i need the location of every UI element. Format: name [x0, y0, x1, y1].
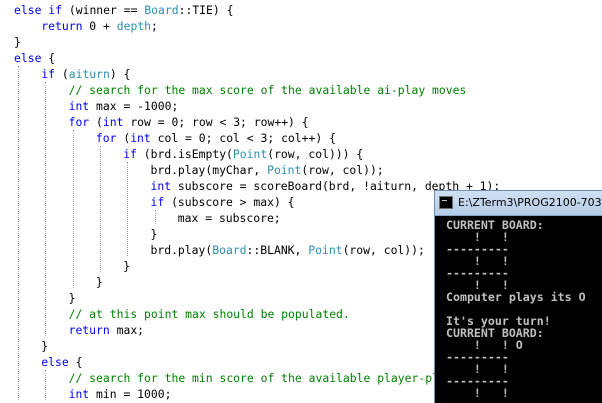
code-token: Point [308, 243, 343, 257]
code-line[interactable]: if (aiturn) { [41, 66, 130, 82]
console-output: CURRENT BOARD: ! ! --------- ! ! ---------… [446, 219, 602, 399]
code-token: (row, col)); [301, 163, 384, 177]
code-token: aiturn [68, 67, 110, 81]
console-window[interactable]: E:\ZTerm3\PROG2100-703 CURRENT BOARD: ! … [434, 190, 602, 403]
code-line[interactable]: // search for the min score of the avail… [69, 370, 494, 386]
code-token: ( [116, 131, 131, 145]
code-token: ::BLANK, [246, 243, 309, 257]
code-line[interactable]: brd.play(myChar, Point(row, col)); [151, 162, 384, 178]
code-token: (brd.isEmpty( [136, 147, 233, 161]
code-token: if [150, 195, 165, 209]
indent-guide [99, 146, 101, 272]
code-token: ( [89, 115, 103, 129]
code-token: (row, col))) { [267, 147, 364, 161]
code-token: int [150, 179, 172, 193]
code-token: else [14, 51, 42, 65]
code-token: else [41, 355, 69, 369]
code-token: else [14, 3, 42, 17]
code-token: } [150, 227, 158, 241]
code-token: ::TIE) { [178, 3, 234, 17]
code-line[interactable]: for (int col = 0; col < 3; col++) { [96, 130, 336, 146]
code-token: int [68, 99, 90, 113]
code-token: brd.play(myChar, [150, 163, 268, 177]
code-line[interactable]: else { [14, 50, 55, 66]
code-line[interactable]: } [151, 226, 158, 242]
code-token: int [68, 387, 90, 401]
console-title: E:\ZTerm3\PROG2100-703 [458, 196, 602, 209]
code-line[interactable]: // at this point max should be populated… [69, 306, 350, 322]
code-line[interactable]: return max; [69, 322, 144, 338]
code-token: { [41, 51, 56, 65]
code-line[interactable]: // search for the max score of the avail… [69, 82, 467, 98]
code-token: brd.play( [150, 243, 213, 257]
code-line[interactable]: } [14, 34, 21, 50]
indent-guide [72, 130, 74, 288]
code-token: for [95, 131, 117, 145]
code-token: } [41, 339, 49, 353]
code-token: // search for the min score of the avail… [68, 371, 494, 385]
code-token: (row, col)); [342, 243, 425, 257]
code-line[interactable]: for (int row = 0; row < 3; row++) { [69, 114, 309, 130]
code-line[interactable]: } [123, 258, 130, 274]
code-line[interactable]: int max = -1000; [69, 98, 179, 114]
code-token: // at this point max should be populated… [68, 307, 350, 321]
console-line: Computer plays its O [446, 290, 586, 304]
indent-guide [18, 66, 19, 400]
code-token: Board [144, 3, 179, 17]
code-token: ( [55, 67, 69, 81]
code-line[interactable]: } [96, 274, 103, 290]
code-line[interactable]: } [41, 338, 48, 354]
console-titlebar[interactable]: E:\ZTerm3\PROG2100-703 [435, 191, 602, 216]
code-token: if [41, 67, 56, 81]
code-token: min = 1000; [89, 387, 172, 401]
code-line[interactable]: if (subscore > max) { [151, 194, 295, 210]
code-token: int [102, 115, 124, 129]
code-token: } [14, 35, 21, 49]
code-line[interactable]: else { [41, 354, 82, 370]
code-token: Board [212, 243, 247, 257]
code-token: depth [116, 19, 152, 33]
code-token: } [95, 275, 103, 289]
code-token: Point [267, 163, 302, 177]
console-line: ! ! [446, 386, 509, 400]
indent-guide [154, 210, 156, 224]
code-token: } [68, 291, 76, 305]
code-line[interactable]: max = subscore; [178, 210, 281, 226]
code-token: ; [151, 19, 158, 33]
code-token: max; [109, 323, 145, 337]
code-token: (subscore > max) { [164, 195, 295, 209]
code-token: // search for the max score of the avail… [68, 83, 467, 97]
code-token: int [130, 131, 151, 145]
indent-guide [45, 370, 47, 400]
code-token: return [41, 19, 83, 33]
indent-guide [127, 162, 129, 256]
console-app-icon [439, 196, 453, 209]
code-token: 0 + [82, 19, 117, 33]
code-line[interactable]: else if (winner == Board::TIE) { [14, 2, 233, 18]
code-token: for [68, 115, 90, 129]
code-token: max = subscore; [177, 211, 281, 225]
code-line[interactable]: int min = 1000; [69, 386, 172, 402]
code-line[interactable]: } [69, 290, 76, 306]
code-line[interactable]: if (brd.isEmpty(Point(row, col))) { [123, 146, 363, 162]
code-token: col = 0; col < 3; col++) { [150, 131, 336, 145]
code-token: row = 0; row < 3; row++) { [123, 115, 309, 129]
indent-guide [45, 82, 47, 336]
code-token: if [123, 147, 137, 161]
code-token: return [68, 323, 110, 337]
code-line[interactable]: return 0 + depth; [41, 18, 158, 34]
code-token: { [68, 355, 83, 369]
code-line[interactable]: brd.play(Board::BLANK, Point(row, col)); [151, 242, 425, 258]
code-token: ) { [109, 67, 131, 81]
code-token: } [123, 259, 131, 273]
code-token: (winner == [62, 3, 145, 17]
code-token: Point [232, 147, 268, 161]
code-token: if [48, 3, 63, 17]
code-token: max = -1000; [89, 99, 179, 113]
